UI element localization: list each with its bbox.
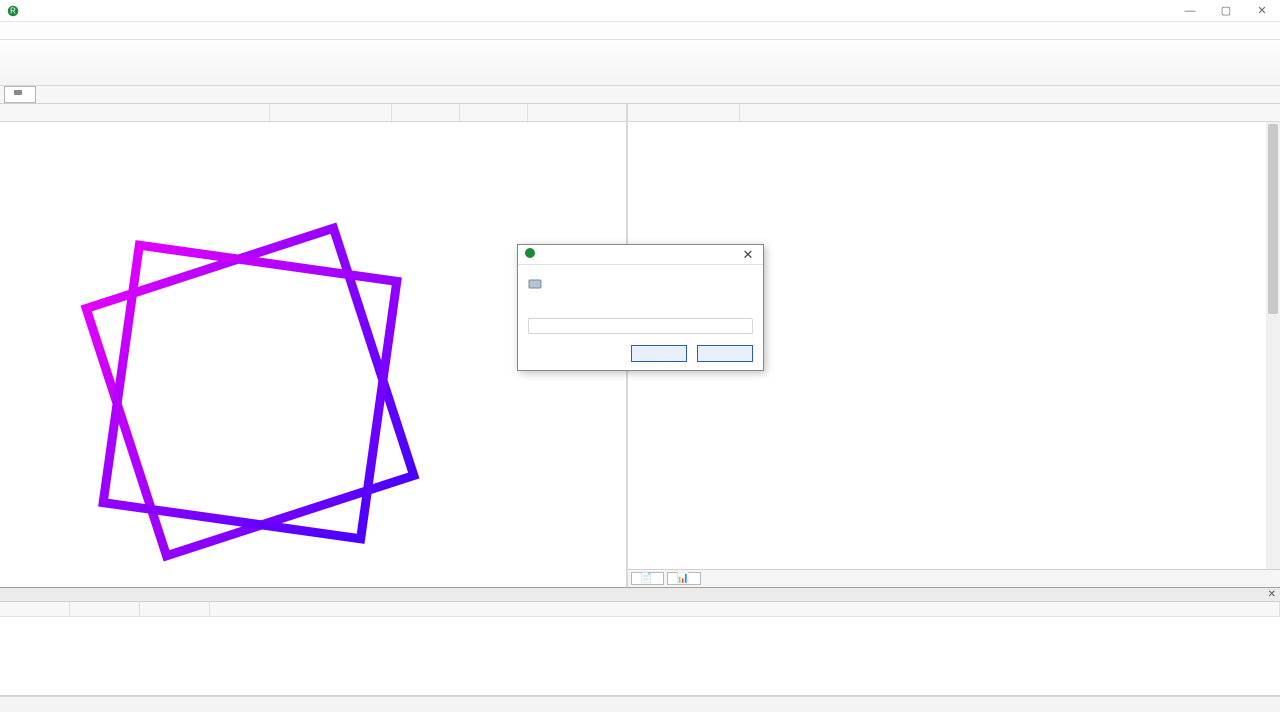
menu-bar <box>0 22 1280 40</box>
decorative-graphic <box>60 202 460 587</box>
properties-tabs: 📄 📊 <box>628 569 1280 587</box>
disk-icon <box>528 277 542 294</box>
menu-drive[interactable] <box>4 30 18 32</box>
close-button[interactable]: ✕ <box>1244 0 1280 22</box>
col-device[interactable] <box>0 104 270 121</box>
menu-view[interactable] <box>52 30 66 32</box>
log-header: ✕ <box>0 588 1280 602</box>
log-body <box>0 617 1280 695</box>
menu-tools[interactable] <box>36 30 50 32</box>
subtab-device-view[interactable] <box>4 86 36 103</box>
dialog-close-icon[interactable]: ✕ <box>739 247 757 263</box>
col-value[interactable] <box>740 104 1280 121</box>
col-name[interactable] <box>628 104 740 121</box>
properties-icon: 📄 <box>640 573 652 584</box>
log-close-icon[interactable]: ✕ <box>1268 589 1276 600</box>
device-icon <box>13 88 23 101</box>
log-col-time[interactable] <box>140 602 210 616</box>
ok-button[interactable] <box>631 345 687 362</box>
titlebar: R — ▢ ✕ <box>0 0 1280 22</box>
log-col-text[interactable] <box>210 602 1280 616</box>
algorithm-group <box>528 318 753 334</box>
menu-help[interactable] <box>68 30 82 32</box>
minimize-button[interactable]: — <box>1172 0 1208 22</box>
svg-text:R: R <box>10 6 16 15</box>
toolbar <box>0 40 1280 86</box>
col-label[interactable] <box>270 104 392 121</box>
dialog-titlebar[interactable]: ✕ <box>518 245 763 265</box>
log-col-type[interactable] <box>0 602 70 616</box>
dialog-warning <box>528 302 753 314</box>
log-col-date[interactable] <box>70 602 140 616</box>
smart-icon: 📊 <box>676 573 688 584</box>
tab-smart[interactable]: 📊 <box>667 572 700 585</box>
scrollbar-thumb[interactable] <box>1268 124 1278 314</box>
col-fs[interactable] <box>392 104 460 121</box>
subtab-strip <box>0 86 1280 104</box>
status-bar <box>0 696 1280 712</box>
scrollbar[interactable] <box>1266 122 1280 569</box>
dialog-disk-row <box>528 273 753 298</box>
wipe-dialog: ✕ <box>517 244 764 371</box>
cancel-button[interactable] <box>697 345 753 362</box>
col-start[interactable] <box>460 104 528 121</box>
log-columns <box>0 602 1280 617</box>
dialog-icon <box>524 247 536 262</box>
maximize-button[interactable]: ▢ <box>1208 0 1244 22</box>
log-panel: ✕ <box>0 588 1280 696</box>
menu-create[interactable] <box>20 30 34 32</box>
properties-header <box>628 104 1280 122</box>
app-icon: R <box>6 4 20 18</box>
col-size[interactable] <box>528 104 608 121</box>
tab-properties[interactable]: 📄 <box>631 572 664 585</box>
device-list-header <box>0 104 626 122</box>
